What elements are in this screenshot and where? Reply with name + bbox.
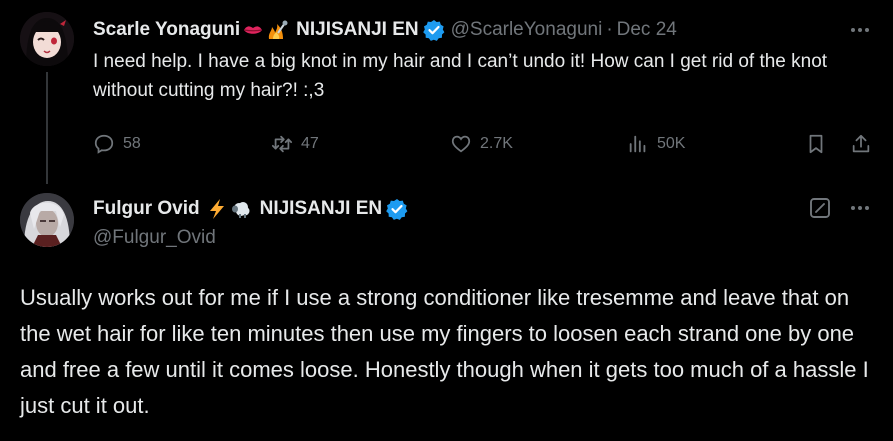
reply-button[interactable]: 58 <box>93 131 141 157</box>
sheep-emoji-icon <box>230 198 252 220</box>
grok-explain-icon[interactable] <box>808 196 832 220</box>
tweet-original[interactable]: Scarle Yonaguni NIJISANJI EN @ScarleYona… <box>0 0 893 184</box>
bookmark-button[interactable] <box>805 131 835 157</box>
handle[interactable]: @ScarleYonaguni <box>451 18 603 42</box>
tweet-header: Scarle Yonaguni NIJISANJI EN @ScarleYona… <box>93 18 677 42</box>
verified-badge-icon[interactable] <box>422 19 445 41</box>
affiliation: NIJISANJI EN <box>259 198 383 219</box>
verified-badge-icon[interactable] <box>386 198 408 220</box>
bookmark-icon <box>809 134 823 154</box>
lips-emoji-icon <box>242 19 264 41</box>
heart-icon <box>451 135 471 153</box>
reply-count: 58 <box>123 135 141 152</box>
lightning-emoji-icon <box>206 198 228 220</box>
display-name[interactable]: Fulgur Ovid <box>93 197 200 221</box>
handle[interactable]: @Fulgur_Ovid <box>93 227 216 249</box>
repost-count: 47 <box>301 135 319 152</box>
tweet-actions-bar: 58 47 2.7K 50K <box>93 131 883 157</box>
like-count: 2.7K <box>480 135 513 152</box>
thread-connector-line <box>46 72 48 184</box>
analytics-icon <box>629 135 646 153</box>
share-icon <box>852 134 870 153</box>
fire-mic-emoji-icon <box>266 19 288 41</box>
avatar-fulgur[interactable] <box>20 193 74 247</box>
more-options-icon[interactable] <box>848 196 872 220</box>
tweet-text: I need help. I have a big knot in my hai… <box>93 51 828 101</box>
avatar-scarle[interactable] <box>20 12 74 66</box>
tweet-header: Fulgur Ovid NIJISANJI EN <box>93 197 408 221</box>
tweet-text: Usually works out for me if I use a stro… <box>20 285 869 418</box>
repost-button[interactable]: 47 <box>271 131 319 157</box>
display-name[interactable]: Scarle Yonaguni <box>93 18 240 42</box>
views-button[interactable]: 50K <box>627 131 685 157</box>
views-count: 50K <box>657 135 686 152</box>
separator-dot: · <box>606 19 613 40</box>
tweet-date[interactable]: Dec 24 <box>617 18 677 42</box>
more-options-icon[interactable] <box>848 18 872 42</box>
affiliation: NIJISANJI EN <box>296 19 419 40</box>
like-button[interactable]: 2.7K <box>450 131 513 157</box>
repost-icon <box>271 135 293 153</box>
reply-icon <box>94 134 114 154</box>
share-button[interactable] <box>850 131 880 157</box>
